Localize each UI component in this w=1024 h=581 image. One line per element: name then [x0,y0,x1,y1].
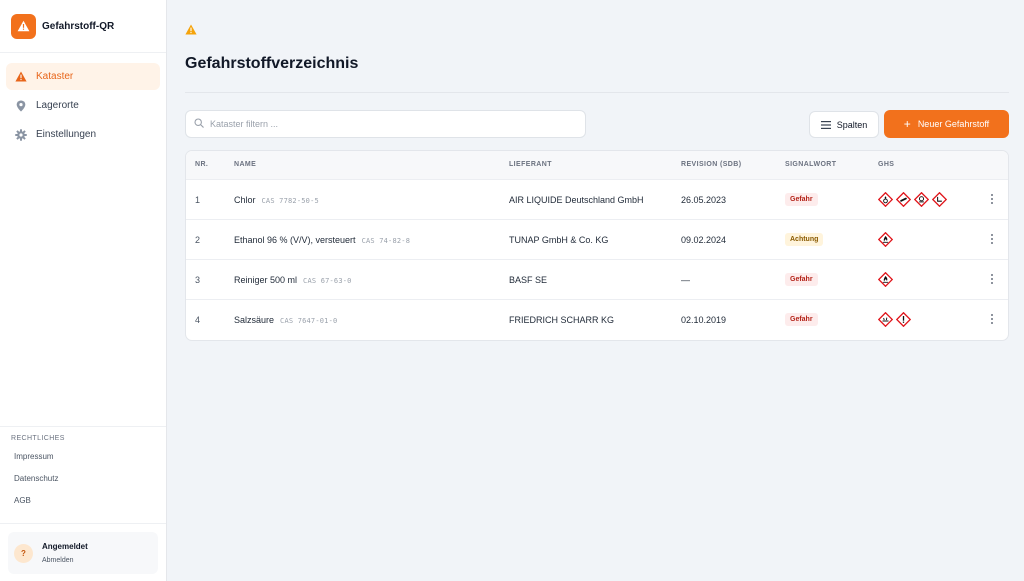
row-nr: 3 [195,275,201,285]
new-substance-label: Neuer Gefahrstoff [917,119,990,129]
ghs02-flame-icon [878,232,893,247]
substance-table: NR. NAME LIEFERANT REVISION (SDB) SIGNAL… [185,150,1009,341]
row-name: Salzsäure CAS 7647-01-0 [234,315,337,325]
main-content: Gefahrstoffverzeichnis Spalten + Neuer G… [167,0,1024,581]
warning-icon [185,22,197,35]
new-substance-button[interactable]: + Neuer Gefahrstoff [884,110,1009,138]
substance-name: Ethanol 96 % (V/V), versteuert [234,235,356,245]
row-menu-icon[interactable] [988,232,996,246]
table-row[interactable]: 4 Salzsäure CAS 7647-01-0 FRIEDRICH SCHAR… [186,300,1008,340]
ghs-pictograms [878,192,947,207]
row-supplier: AIR LIQUIDE Deutschland GmbH [509,195,644,205]
page-title: Gefahrstoffverzeichnis [185,55,359,72]
header-ghs: GHS [878,161,895,168]
ghs-pictograms [878,312,911,327]
warning-icon [15,71,27,83]
row-nr: 1 [195,195,201,205]
user-status: Angemeldet [42,542,88,551]
impressum-link[interactable]: Impressum [14,453,166,475]
substance-name: Reiniger 500 ml [234,275,298,285]
warning-icon [11,13,36,39]
table-row[interactable]: 1 Chlor CAS 7782-50-5 AIR LIQUIDE Deutsch… [186,180,1008,220]
plus-icon: + [903,117,911,131]
divider [185,92,1009,93]
row-revision: 26.05.2023 [681,195,727,205]
signal-badge: Gefahr [785,193,818,206]
brand[interactable]: Gefahrstoff-QR [0,0,166,53]
sidebar-item-label: Lagerorte [36,100,79,111]
ghs07-exclamation-icon [896,312,911,327]
gear-icon [15,128,27,141]
row-nr: 2 [195,235,201,245]
signal-badge: Gefahr [785,313,818,326]
user-box: ? Angemeldet Abmelden [8,532,158,574]
table-row[interactable]: 2 Ethanol 96 % (V/V), versteuert CAS 74-8… [186,220,1008,260]
row-supplier: TUNAP GmbH & Co. KG [509,235,609,245]
ghs04-gas-cylinder-icon [896,192,911,207]
row-menu-icon[interactable] [988,312,996,326]
sidebar-item-einstellungen[interactable]: Einstellungen [6,121,160,148]
sidebar: Gefahrstoff-QR Kataster Lagerorte Einste… [0,0,167,581]
ghs06-skull-icon [914,192,929,207]
logout-link[interactable]: Abmelden [42,557,88,564]
row-name: Ethanol 96 % (V/V), versteuert CAS 74-82-… [234,235,410,245]
row-menu-icon[interactable] [988,272,996,286]
search-icon [194,115,204,133]
row-revision: 02.10.2019 [681,315,727,325]
datenschutz-link[interactable]: Datenschutz [14,475,166,497]
sidebar-item-label: Einstellungen [36,129,97,140]
ghs05-corrosive-icon [932,192,947,207]
cas-number: CAS 7782-50-5 [261,197,319,205]
cas-number: CAS 67-63-0 [303,277,352,285]
row-name: Chlor CAS 7782-50-5 [234,195,319,205]
header-signal[interactable]: SIGNALWORT [785,161,836,168]
substance-name: Salzsäure [234,315,275,325]
menu-icon [820,120,831,129]
row-revision: 09.02.2024 [681,235,727,245]
ghs03-oxidizing-icon [878,192,893,207]
substance-name: Chlor [234,195,256,205]
header-name[interactable]: NAME [234,161,256,168]
header-nr[interactable]: NR. [195,161,208,168]
row-supplier: FRIEDRICH SCHARR KG [509,315,615,325]
cas-number: CAS 7647-01-0 [280,317,338,325]
legal-heading: RECHTLICHES [11,435,65,442]
avatar: ? [14,543,33,563]
sidebar-nav: Kataster Lagerorte Einstellungen [0,53,166,148]
row-menu-icon[interactable] [988,192,996,206]
row-revision: — [681,275,690,285]
ghs-pictograms [878,272,893,287]
table-header: NR. NAME LIEFERANT REVISION (SDB) SIGNAL… [186,151,1008,180]
header-supplier[interactable]: LIEFERANT [509,161,552,168]
ghs-pictograms [878,232,893,247]
table-row[interactable]: 3 Reiniger 500 ml CAS 67-63-0 BASF SE — G… [186,260,1008,300]
agb-link[interactable]: AGB [14,497,166,519]
header-revision[interactable]: REVISION (SDB) [681,161,741,168]
signal-badge: Gefahr [785,273,818,286]
user-section: ? Angemeldet Abmelden [0,523,166,574]
cas-number: CAS 74-82-8 [361,237,411,245]
row-supplier: BASF SE [509,275,548,285]
sidebar-item-lagerorte[interactable]: Lagerorte [6,92,160,119]
sidebar-item-label: Kataster [36,71,74,82]
legal-section: RECHTLICHES Impressum Datenschutz AGB [0,426,166,519]
signal-badge: Achtung [785,233,824,246]
map-pin-icon [15,100,27,112]
row-name: Reiniger 500 ml CAS 67-63-0 [234,275,352,285]
search-box[interactable] [185,110,586,138]
sidebar-item-kataster[interactable]: Kataster [6,63,160,90]
search-input[interactable] [210,119,570,129]
ghs05-corrosive-icon [878,312,893,327]
row-nr: 4 [195,315,201,325]
columns-button[interactable]: Spalten [809,111,879,138]
ghs02-flame-icon [878,272,893,287]
columns-button-label: Spalten [836,119,868,130]
app-name: Gefahrstoff-QR [42,20,115,32]
